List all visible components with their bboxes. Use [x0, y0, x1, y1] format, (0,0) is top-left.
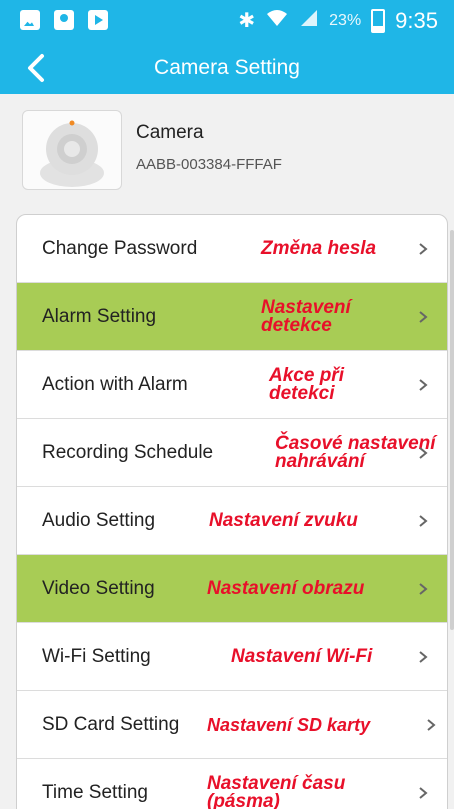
- row-label: SD Card Setting: [42, 713, 180, 735]
- row-annotation: Nastavení Wi-Fi: [231, 645, 373, 667]
- battery-icon: [371, 9, 386, 33]
- signal-icon: [299, 8, 319, 34]
- row-label: Video Setting: [42, 577, 155, 599]
- row-annotation: Nastavení SD karty: [207, 714, 371, 735]
- row-label: Time Setting: [42, 781, 148, 803]
- row-label: Alarm Setting: [42, 305, 157, 327]
- action-with-alarm-row[interactable]: Action with Alarm Akce při detekci: [17, 351, 447, 419]
- page-title: Camera Setting: [154, 56, 300, 79]
- camera-name: Camera: [136, 122, 204, 143]
- change-password-row[interactable]: Change Password Změna hesla: [17, 215, 447, 283]
- row-annotation: Akce při detekci: [269, 364, 344, 404]
- camera-setting-screen: ✱ 23% 9:35 Camera Setting Camera AABB-00…: [0, 0, 454, 809]
- row-label: Recording Schedule: [42, 441, 214, 463]
- clock: 9:35: [395, 8, 438, 33]
- row-annotation: Časové nastavení nahrávání: [275, 432, 436, 472]
- chevron-right-icon: [419, 582, 428, 595]
- video-setting-row[interactable]: Video Setting Nastavení obrazu: [17, 555, 447, 623]
- camera-thumbnail: [22, 110, 122, 190]
- alarm-setting-row[interactable]: Alarm Setting Nastavení detekce: [17, 283, 447, 351]
- wifi-icon: [265, 8, 289, 34]
- scrollbar[interactable]: [450, 230, 454, 630]
- recording-schedule-row[interactable]: Recording Schedule Časové nastavení nahr…: [17, 419, 447, 487]
- time-setting-row[interactable]: Time Setting Nastavení času (pásma): [17, 759, 447, 809]
- media-play-icon: [88, 10, 108, 30]
- row-label: Action with Alarm: [42, 373, 188, 395]
- settings-list: Change Password Změna hesla Alarm Settin…: [16, 214, 448, 809]
- navigation-bar: Camera Setting: [0, 44, 454, 94]
- status-bar: ✱ 23% 9:35: [0, 0, 454, 44]
- chevron-right-icon: [427, 718, 436, 731]
- chevron-right-icon: [419, 446, 428, 459]
- chevron-right-icon: [419, 514, 428, 527]
- row-label: Change Password: [42, 237, 198, 259]
- wifi-setting-row[interactable]: Wi-Fi Setting Nastavení Wi-Fi: [17, 623, 447, 691]
- system-indicators: ✱ 23% 9:35: [238, 6, 438, 36]
- row-annotation: Nastavení obrazu: [207, 577, 365, 599]
- notification-icons: [20, 10, 108, 30]
- camera-info: Camera AABB-003384-FFFAF: [22, 110, 442, 192]
- row-label: Wi-Fi Setting: [42, 645, 151, 667]
- chevron-right-icon: [419, 310, 428, 323]
- gallery-icon: [20, 10, 40, 30]
- location-pin-icon: [54, 10, 74, 30]
- row-annotation: Nastavení času (pásma): [207, 772, 346, 809]
- camera-icon: [40, 120, 104, 187]
- row-annotation: Nastavení detekce: [261, 296, 351, 336]
- row-annotation: Změna hesla: [261, 237, 377, 259]
- chevron-right-icon: [419, 786, 428, 799]
- chevron-right-icon: [419, 242, 428, 255]
- audio-setting-row[interactable]: Audio Setting Nastavení zvuku: [17, 487, 447, 555]
- battery-percent: 23%: [329, 12, 362, 29]
- sd-card-setting-row[interactable]: SD Card Setting Nastavení SD karty: [17, 691, 447, 759]
- row-annotation: Nastavení zvuku: [209, 509, 358, 531]
- camera-uid: AABB-003384-FFFAF: [136, 156, 282, 173]
- bluetooth-icon: ✱: [238, 10, 256, 32]
- chevron-right-icon: [419, 378, 428, 391]
- row-label: Audio Setting: [42, 509, 156, 531]
- chevron-right-icon: [419, 650, 428, 663]
